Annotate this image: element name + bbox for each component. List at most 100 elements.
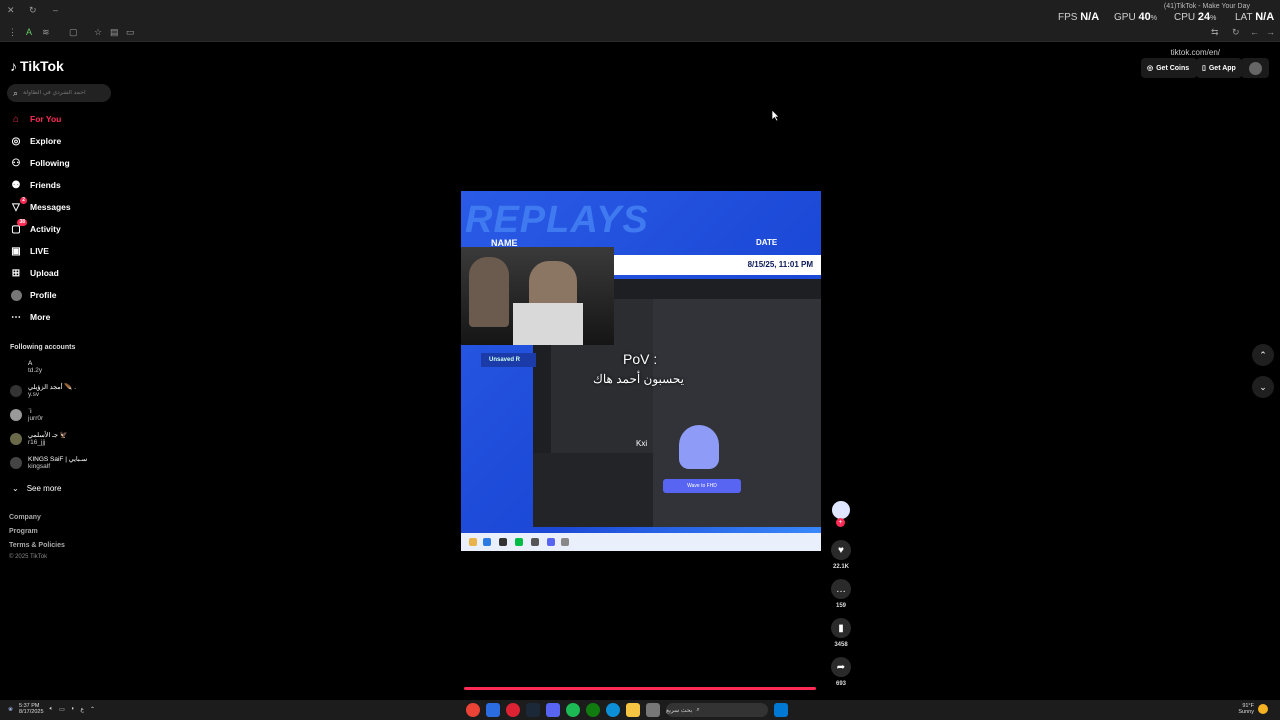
live-icon: ▣	[11, 245, 21, 257]
save-button[interactable]: ▮ 3458	[830, 618, 852, 648]
extension-icon[interactable]: A	[26, 22, 32, 42]
video-overlay-tag: Kxi	[636, 439, 648, 448]
get-app-button[interactable]: ▯ Get App	[1196, 58, 1242, 78]
site-settings-icon[interactable]: ⇆	[1211, 22, 1219, 42]
extension-icon-2[interactable]: ≋	[42, 22, 50, 42]
upload-icon: ⊞	[11, 267, 21, 279]
file-explorer-icon[interactable]	[626, 703, 640, 717]
app-icon[interactable]	[486, 703, 500, 717]
nav-live[interactable]: ▣ LIVE	[10, 244, 49, 258]
chrome-app-icon[interactable]	[466, 703, 480, 717]
nav-messages[interactable]: ▽ 2 Messages	[10, 197, 71, 214]
footer-program[interactable]: Program	[9, 528, 38, 535]
nav-upload[interactable]: ⊞ Upload	[10, 266, 59, 280]
footer-terms[interactable]: Terms & Policies	[9, 542, 65, 549]
video-player[interactable]: REPLAYS 8/15/25, 11:01 PM NAME DATE Wave…	[461, 191, 821, 551]
avatar	[10, 385, 22, 397]
following-account[interactable]: ʿi jurr0r	[10, 408, 43, 422]
opera-app-icon[interactable]	[506, 703, 520, 717]
nav-explore[interactable]: ◎ Explore	[10, 134, 62, 148]
following-account[interactable]: أمجد الزؤيلي 🪶 . y.sv	[10, 384, 76, 398]
video-unsaved-label: Unsaved R	[481, 353, 536, 367]
share-count: 693	[835, 681, 846, 687]
footer-company[interactable]: Company	[9, 514, 41, 521]
following-account[interactable]: Atd.2y	[10, 360, 42, 374]
profile-icon	[10, 289, 22, 301]
coin-icon: ◎	[1147, 65, 1154, 72]
steam-app-icon[interactable]	[526, 703, 540, 717]
following-icon: ⚇	[11, 157, 21, 169]
search-box[interactable]: ⌕	[7, 84, 111, 102]
user-avatar-button[interactable]	[1241, 58, 1269, 78]
nav-more[interactable]: ⋯ More	[10, 310, 50, 324]
share-button[interactable]: ➦ 693	[830, 657, 852, 687]
tabs-icon[interactable]: ▢	[69, 22, 78, 42]
avatar	[10, 361, 22, 373]
sun-icon	[1258, 704, 1268, 714]
browser-toolbar: ⋮ A ≋ ▢ ☆ ▤ ▭ tiktok.com/en/ ⇆ ↻ ← →	[0, 22, 1280, 57]
bookmark-icon: ▮	[831, 618, 851, 638]
video-wave-button: Wave to FHD	[663, 479, 741, 493]
taskbar-apps: ⌕ بحث سريع	[466, 703, 788, 717]
video-progress-bar[interactable]	[464, 687, 816, 690]
app-icon[interactable]	[646, 703, 660, 717]
video-wumpus	[679, 425, 719, 469]
cast-icon[interactable]: ▭	[126, 22, 135, 42]
following-account[interactable]: KINGS SaiF | سـبايي kingsalf	[10, 456, 87, 470]
nav-friends[interactable]: ⚉ Friends	[10, 178, 61, 192]
comment-icon: …	[831, 579, 851, 599]
refresh-icon[interactable]: ↻	[1232, 22, 1240, 42]
like-button[interactable]: ♥ 22.1K	[830, 540, 852, 570]
nav-profile[interactable]: Profile	[10, 288, 56, 302]
taskbar-search[interactable]: ⌕ بحث سريع	[666, 703, 768, 717]
search-input[interactable]	[23, 90, 104, 96]
discord-app-icon[interactable]	[546, 703, 560, 717]
chevron-up-icon[interactable]: ⌃	[90, 706, 95, 713]
back-icon[interactable]: ←	[1250, 22, 1259, 42]
video-banner: REPLAYS	[465, 199, 649, 241]
reading-list-icon[interactable]: ▤	[110, 22, 119, 42]
messages-icon: ▽ 2	[12, 197, 27, 213]
tiktok-logo[interactable]: ♪ TikTok	[10, 58, 64, 74]
follow-plus-icon[interactable]: +	[836, 518, 845, 527]
footer-copyright: © 2025 TikTok	[9, 554, 48, 560]
spotify-app-icon[interactable]	[566, 703, 580, 717]
like-count: 22.1K	[832, 564, 849, 570]
reload-icon[interactable]: ↻	[29, 0, 37, 20]
widgets-icon[interactable]: ❀	[8, 706, 13, 713]
language-indicator[interactable]: ع	[80, 706, 84, 713]
nav-following[interactable]: ⚇ Following	[10, 156, 70, 170]
next-video-button[interactable]: ⌄	[1252, 376, 1274, 398]
forward-icon[interactable]: →	[1266, 22, 1275, 42]
mic-icon[interactable]: ◖	[71, 706, 75, 712]
taskbar-weather[interactable]: 91°F Sunny	[1238, 703, 1268, 715]
get-coins-button[interactable]: ◎ Get Coins	[1141, 58, 1197, 78]
close-icon[interactable]: ✕	[7, 0, 15, 20]
minimize-icon[interactable]: –	[53, 0, 58, 20]
previous-video-button[interactable]: ⌃	[1252, 344, 1274, 366]
comment-button[interactable]: … 159	[830, 579, 852, 609]
xbox-app-icon[interactable]	[586, 703, 600, 717]
creator-avatar[interactable]	[832, 501, 850, 519]
chevron-down-icon: ⌄	[12, 483, 19, 493]
bookmark-star-icon[interactable]: ☆	[94, 22, 102, 42]
menu-icon[interactable]: ⋮	[8, 22, 17, 42]
nav-for-you[interactable]: ⌂ For You	[10, 112, 61, 126]
volume-icon[interactable]: 🔈︎	[50, 706, 54, 713]
video-webcam	[461, 247, 614, 345]
nav-activity[interactable]: ▢ 38 Activity	[10, 219, 61, 236]
windows-start-icon[interactable]	[774, 703, 788, 717]
browser-titlebar: ✕ ↻ – (41)TikTok - Make Your Day FPS N/A…	[0, 0, 1280, 23]
taskbar-clock[interactable]: 5:37 PM 8/17/2025	[19, 703, 43, 715]
video-voice-panel	[533, 453, 653, 527]
address-bar[interactable]: tiktok.com/en/	[1171, 48, 1220, 57]
edge-app-icon[interactable]	[606, 703, 620, 717]
avatar	[10, 457, 22, 469]
display-icon[interactable]: ▭	[59, 706, 65, 713]
tab-title[interactable]: (41)TikTok - Make Your Day	[1164, 3, 1250, 10]
following-account[interactable]: جـ الأسلمي 🦅 r16_jjj	[10, 432, 68, 446]
avatar	[10, 433, 22, 445]
search-icon: ⌕	[696, 706, 700, 713]
see-more-button[interactable]: ⌄ See more	[12, 481, 61, 495]
phone-icon: ▯	[1202, 65, 1206, 72]
